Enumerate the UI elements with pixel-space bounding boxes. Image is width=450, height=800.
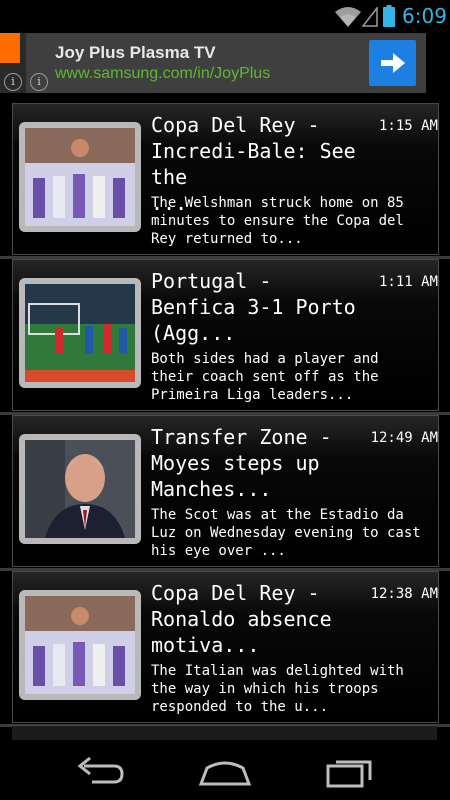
news-feed[interactable]: Copa Del Rey - Incredi-Bale: See the ...… [0, 103, 450, 740]
news-time: 1:15 AM [378, 118, 438, 134]
news-title[interactable]: Portugal - Benfica 3-1 Porto (Agg... [151, 268, 361, 346]
news-time: 12:49 AM [370, 430, 438, 446]
ad-banner[interactable]: i i Joy Plus Plasma TV www.samsung.com/i… [0, 33, 426, 93]
football-team-photo [25, 128, 135, 226]
recent-apps-icon[interactable] [320, 754, 380, 788]
ad-flag-icon [0, 33, 20, 63]
football-match-photo [25, 284, 135, 382]
news-description: The Italian was delighted with the way i… [151, 663, 404, 715]
news-item[interactable]: Copa Del Rey - Incredi-Bale: See the ...… [12, 103, 439, 255]
news-time: 12:38 AM [370, 586, 438, 602]
news-title[interactable]: Transfer Zone - Moyes steps up Manches..… [151, 424, 361, 502]
home-icon[interactable] [195, 754, 255, 788]
cell-signal-icon [362, 7, 378, 27]
navigation-bar [0, 740, 450, 800]
news-title[interactable]: Copa Del Rey - Ronaldo absence motiva... [151, 580, 361, 658]
news-description: The Scot was at the Estadio da Luz on We… [151, 507, 421, 559]
ad-url[interactable]: www.samsung.com/in/JoyPlus [55, 65, 270, 83]
ad-info-icon[interactable]: i [4, 73, 22, 91]
news-description: The Welshman struck home on 85 minutes t… [151, 195, 404, 247]
news-thumbnail [19, 590, 141, 700]
news-description: Both sides had a player and their coach … [151, 351, 379, 403]
wifi-icon [335, 7, 361, 27]
news-item[interactable]: Transfer Zone - Moyes steps up Manches..… [12, 415, 439, 567]
arrow-right-icon [381, 53, 405, 73]
ad-title: Joy Plus Plasma TV [55, 43, 216, 62]
back-icon[interactable] [70, 754, 130, 788]
news-thumbnail [19, 278, 141, 388]
news-thumbnail [19, 434, 141, 544]
news-time: 1:11 AM [378, 274, 438, 290]
ad-choices-icon[interactable]: i [30, 73, 48, 91]
battery-icon [383, 5, 395, 27]
news-item[interactable]: Portugal - Benfica 3-1 Porto (Agg... 1:1… [12, 259, 439, 411]
news-thumbnail [19, 122, 141, 232]
ad-go-button[interactable] [369, 40, 416, 86]
news-item[interactable]: Copa Del Rey - Ronaldo absence motiva...… [12, 571, 439, 723]
manager-portrait-photo [25, 440, 135, 538]
status-clock: 6:09 [402, 4, 447, 28]
football-team-photo [25, 596, 135, 694]
next-news-item-partial[interactable] [12, 725, 437, 740]
status-bar: 6:09 [0, 0, 450, 33]
